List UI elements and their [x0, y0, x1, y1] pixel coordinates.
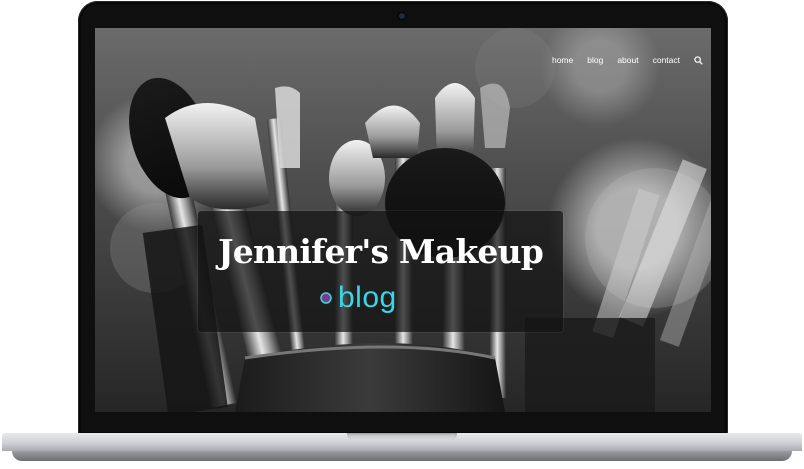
site-title[interactable]: Jennifer's Makeup — [198, 233, 563, 271]
nav-about[interactable]: about — [617, 55, 638, 65]
nav-blog[interactable]: blog — [587, 55, 603, 65]
laptop-lid-notch — [347, 433, 457, 441]
website-screen: home blog about contact Jennifer's Makeu… — [95, 28, 711, 412]
hero-title-card: Jennifer's Makeup blog — [198, 211, 563, 332]
laptop-base — [2, 433, 802, 465]
site-subtitle: blog — [338, 281, 397, 314]
laptop-mockup: home blog about contact Jennifer's Makeu… — [0, 0, 804, 469]
logo-circle-icon — [320, 292, 332, 304]
site-subtitle-row: blog — [320, 281, 397, 315]
top-nav: home blog about contact — [552, 55, 703, 65]
laptop-base-bottom — [12, 451, 792, 461]
nav-contact[interactable]: contact — [653, 55, 680, 65]
search-icon[interactable] — [694, 55, 703, 65]
nav-home[interactable]: home — [552, 55, 573, 65]
webcam-icon — [399, 13, 405, 19]
